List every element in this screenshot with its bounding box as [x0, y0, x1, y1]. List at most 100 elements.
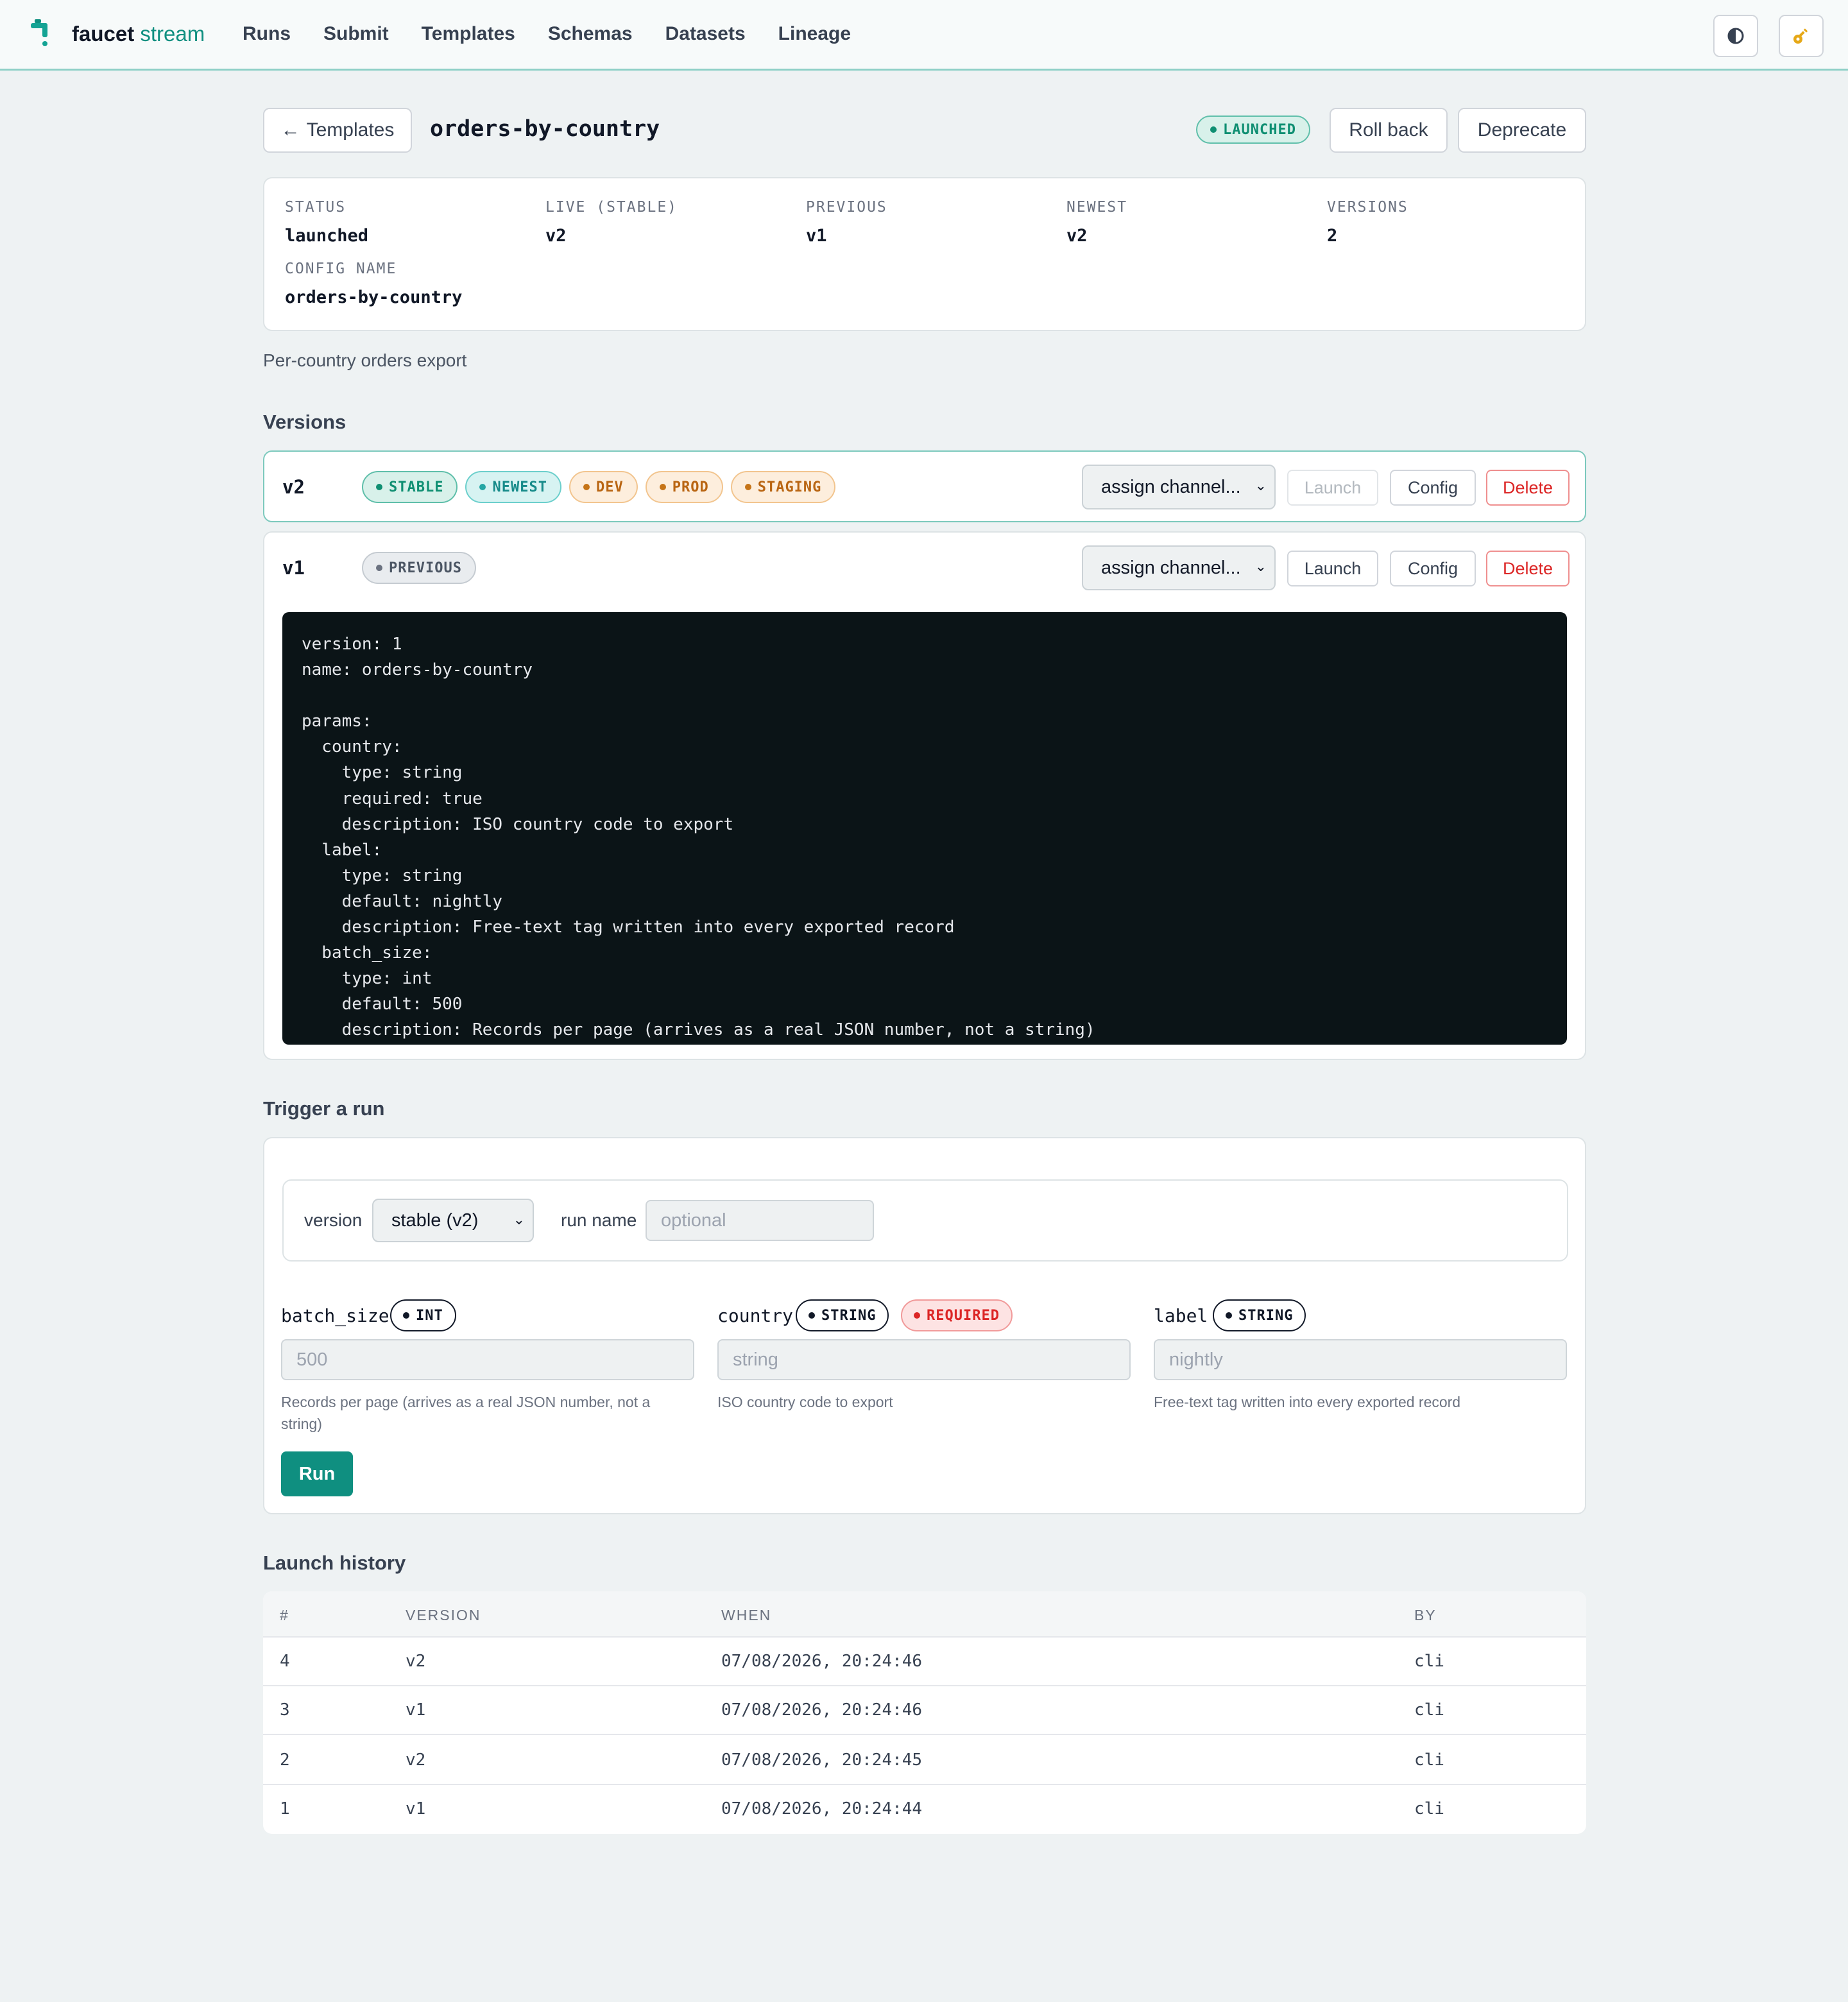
table-row[interactable]: 3 v1 07/08/2026, 20:24:46 cli — [263, 1686, 1586, 1735]
nav-submit[interactable]: Submit — [323, 23, 389, 45]
nav-lineage[interactable]: Lineage — [778, 23, 851, 45]
batch-size-placeholder: 500 — [296, 1349, 328, 1370]
version-select[interactable]: stable (v2) ⌄ — [372, 1199, 534, 1242]
assign-channel-select[interactable]: assign channel... ⌄ — [1082, 465, 1276, 509]
channel-pill-prod: PROD — [645, 471, 723, 503]
cell-by: cli — [1414, 1750, 1444, 1770]
label-help: Free-text tag written into every exporte… — [1154, 1394, 1461, 1410]
label-placeholder: nightly — [1169, 1349, 1223, 1370]
theme-toggle-button[interactable] — [1713, 15, 1758, 57]
versions-value: 2 — [1327, 226, 1338, 246]
previous-label: PREVIOUS — [806, 199, 887, 216]
config-yaml-viewer: version: 1 name: orders-by-country param… — [282, 612, 1567, 1045]
cell-number: 2 — [280, 1750, 290, 1770]
version-select-value: stable (v2) — [391, 1210, 479, 1231]
chevron-down-icon: ⌄ — [1254, 558, 1267, 574]
brand-name[interactable]: faucet stream — [72, 22, 205, 46]
back-to-templates-button[interactable]: ← Templates — [263, 108, 412, 153]
stable-pill: STABLE — [362, 471, 458, 503]
delete-button[interactable]: Delete — [1486, 551, 1570, 586]
previous-value: v1 — [806, 226, 827, 246]
table-row[interactable]: 2 v2 07/08/2026, 20:24:45 cli — [263, 1736, 1586, 1785]
nav-schemas[interactable]: Schemas — [548, 23, 633, 45]
newest-value: v2 — [1066, 226, 1088, 246]
delete-button[interactable]: Delete — [1486, 470, 1570, 506]
batch-size-input[interactable]: 500 — [281, 1339, 694, 1380]
status-badge-label: LAUNCHED — [1223, 121, 1296, 138]
status-label: STATUS — [285, 199, 346, 216]
config-button[interactable]: Config — [1390, 551, 1476, 586]
table-header: # VERSION WHEN BY — [263, 1591, 1586, 1638]
arrow-left-icon: ← — [280, 119, 300, 141]
newest-pill: NEWEST — [465, 471, 561, 503]
cell-version: v2 — [406, 1652, 426, 1671]
assign-channel-select[interactable]: assign channel... ⌄ — [1082, 545, 1276, 590]
param-batch-size-label: batch_size — [281, 1305, 389, 1326]
run-button[interactable]: Run — [281, 1451, 353, 1496]
faucet-logo-icon[interactable] — [28, 18, 56, 51]
table-row[interactable]: 1 v1 07/08/2026, 20:24:44 cli — [263, 1785, 1586, 1834]
summary-card: STATUS launched LIVE (STABLE) v2 PREVIOU… — [263, 177, 1586, 331]
cell-when: 07/08/2026, 20:24:46 — [721, 1652, 923, 1671]
type-pill-string: STRING — [796, 1299, 889, 1331]
required-pill: REQUIRED — [901, 1299, 1013, 1331]
launch-history-table: # VERSION WHEN BY 4 v2 07/08/2026, 20:24… — [263, 1591, 1586, 1834]
col-when: WHEN — [721, 1607, 772, 1623]
brand-name-light: stream — [134, 22, 205, 46]
country-input[interactable]: string — [717, 1339, 1131, 1380]
history-heading: Launch history — [263, 1552, 406, 1574]
cell-when: 07/08/2026, 20:24:46 — [721, 1700, 923, 1720]
col-version: VERSION — [406, 1607, 481, 1623]
main-nav: Runs Submit Templates Schemas Datasets L… — [243, 23, 884, 45]
nav-runs[interactable]: Runs — [243, 23, 291, 45]
live-value: v2 — [545, 226, 567, 246]
run-name-placeholder: optional — [661, 1210, 726, 1231]
cell-number: 4 — [280, 1652, 290, 1671]
version-name: v2 — [282, 476, 305, 498]
assign-channel-value: assign channel... — [1101, 476, 1241, 497]
cell-when: 07/08/2026, 20:24:44 — [721, 1799, 923, 1818]
table-row[interactable]: 4 v2 07/08/2026, 20:24:46 cli — [263, 1638, 1586, 1686]
chevron-down-icon: ⌄ — [1254, 477, 1267, 493]
run-options-box: version stable (v2) ⌄ run name optional — [282, 1179, 1568, 1262]
chevron-down-icon: ⌄ — [513, 1211, 525, 1228]
version-pills: STABLE NEWEST DEV PROD STAGING — [362, 471, 836, 503]
nav-datasets[interactable]: Datasets — [665, 23, 746, 45]
cell-when: 07/08/2026, 20:24:45 — [721, 1750, 923, 1770]
template-description: Per-country orders export — [263, 350, 467, 370]
versions-label: VERSIONS — [1327, 199, 1408, 216]
type-pill-int: INT — [390, 1299, 456, 1331]
launch-button[interactable]: Launch — [1287, 470, 1378, 506]
half-circle-icon — [1727, 28, 1744, 44]
status-badge: LAUNCHED — [1196, 116, 1310, 144]
api-key-button[interactable] — [1779, 15, 1824, 57]
version-name: v1 — [282, 557, 305, 579]
cell-by: cli — [1414, 1700, 1444, 1720]
back-label: Templates — [306, 119, 395, 141]
country-placeholder: string — [733, 1349, 778, 1370]
cell-version: v2 — [406, 1750, 426, 1770]
page-title: orders-by-country — [430, 116, 660, 142]
config-button[interactable]: Config — [1390, 470, 1476, 506]
label-input[interactable]: nightly — [1154, 1339, 1567, 1380]
country-help: ISO country code to export — [717, 1394, 893, 1410]
cell-version: v1 — [406, 1799, 426, 1818]
top-bar: faucet stream Runs Submit Templates Sche… — [0, 0, 1848, 71]
version-pills: PREVIOUS — [362, 552, 476, 584]
config-name-value: orders-by-country — [285, 287, 463, 307]
run-name-input[interactable]: optional — [646, 1200, 874, 1241]
cell-by: cli — [1414, 1799, 1444, 1818]
launch-button[interactable]: Launch — [1287, 551, 1378, 586]
cell-version: v1 — [406, 1700, 426, 1720]
newest-label: NEWEST — [1066, 199, 1128, 216]
param-label-label: label — [1154, 1305, 1208, 1326]
deprecate-button[interactable]: Deprecate — [1458, 108, 1586, 153]
roll-back-button[interactable]: Roll back — [1330, 108, 1448, 153]
live-label: LIVE (STABLE) — [545, 199, 678, 216]
batch-size-help: Records per page (arrives as a real JSON… — [281, 1394, 651, 1432]
nav-templates[interactable]: Templates — [422, 23, 515, 45]
versions-heading: Versions — [263, 411, 346, 433]
brand-name-bold: faucet — [72, 22, 135, 46]
cell-by: cli — [1414, 1652, 1444, 1671]
version-row-v2: v2 STABLE NEWEST DEV PROD STAGING assign… — [263, 450, 1586, 522]
